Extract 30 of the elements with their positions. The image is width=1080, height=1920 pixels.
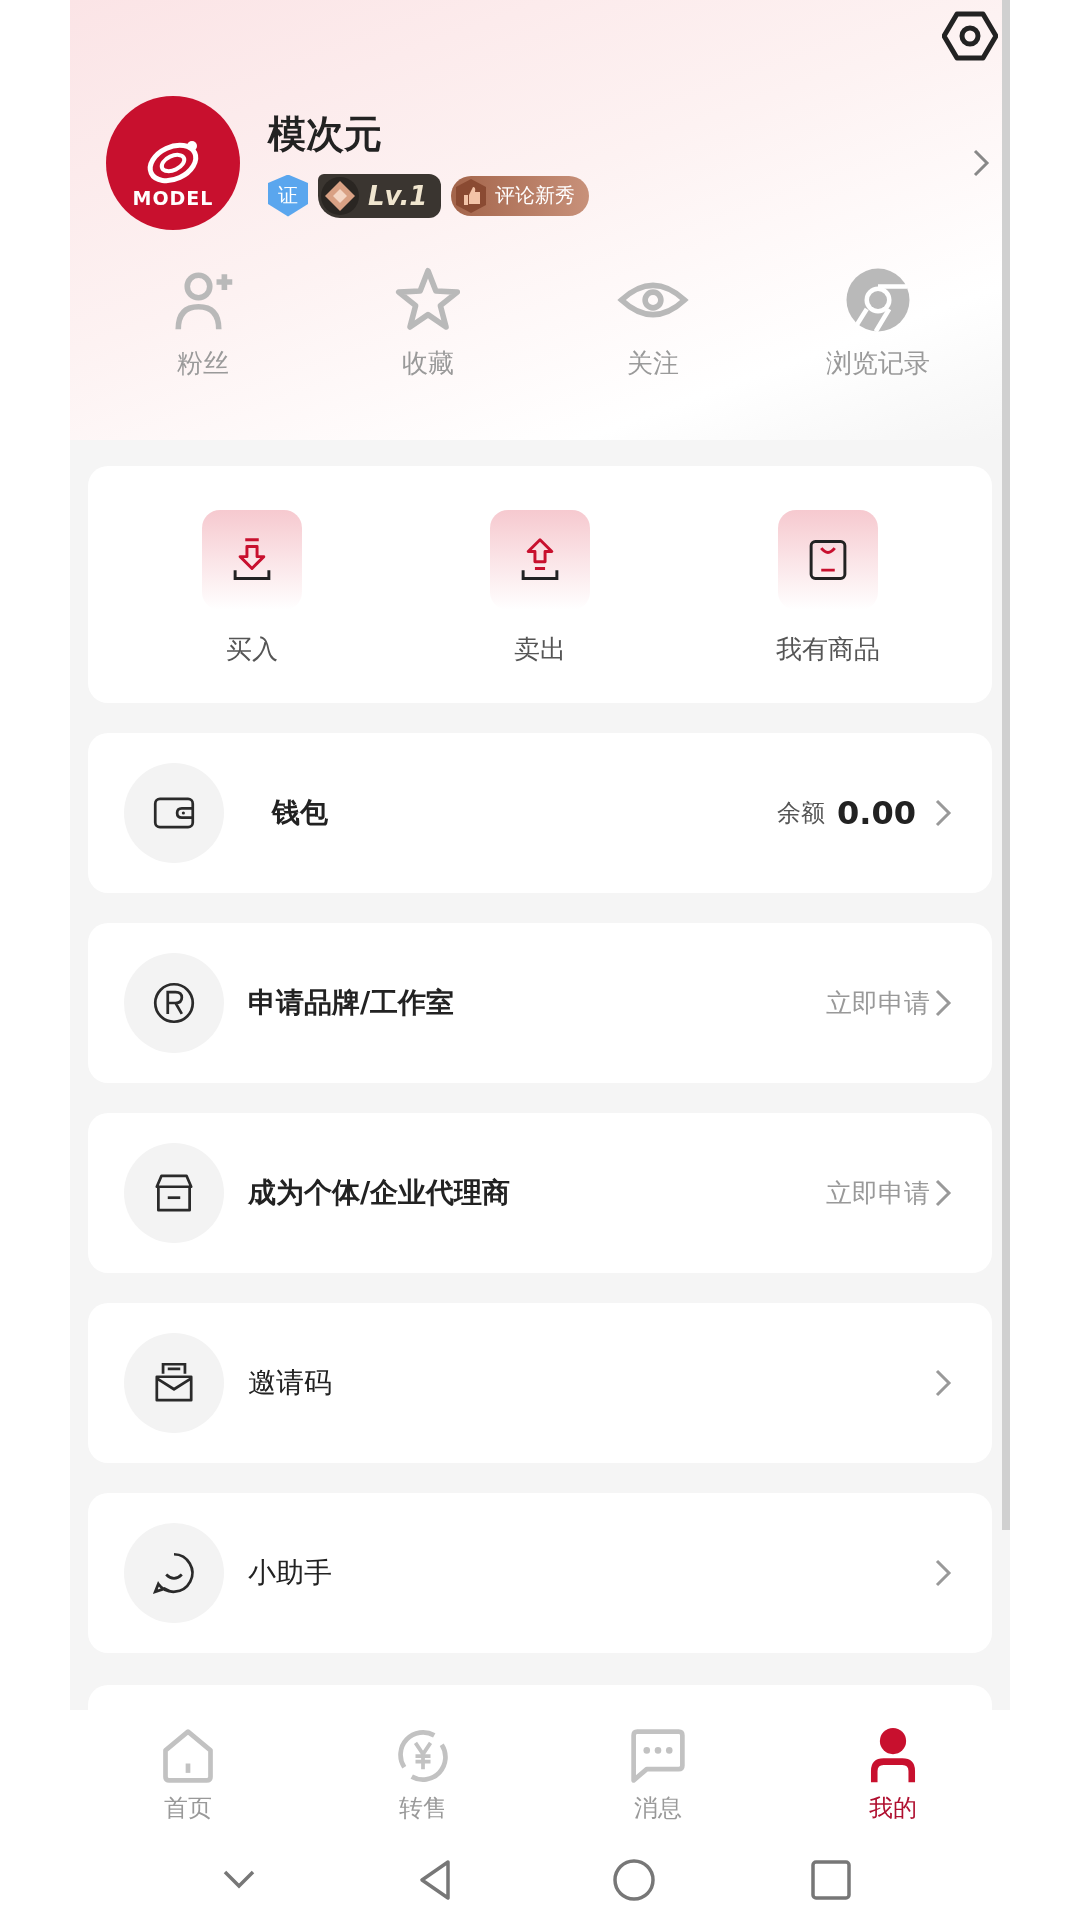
trade-action[interactable]: 我有商品 (728, 510, 928, 667)
title-badge: 评论新秀 (451, 175, 590, 216)
chevron-right-icon (934, 1368, 952, 1398)
balance-label: 余额 (777, 798, 826, 829)
balance-amount: 0.00 (837, 794, 916, 832)
chevron-right-icon (934, 798, 952, 828)
row-label: 钱包 (272, 795, 329, 831)
menu-row[interactable]: 邀请码 (88, 1303, 992, 1463)
trade-action[interactable]: 卖出 (440, 510, 640, 667)
home-button-icon[interactable] (611, 1858, 656, 1902)
avatar-text: MODEL (132, 188, 214, 208)
chevron-right-icon (972, 148, 990, 178)
menu-row[interactable]: 成为个体/企业代理商 立即申请 (88, 1113, 992, 1273)
verified-badge: 证 (268, 174, 308, 217)
tab-item[interactable]: 我的 (817, 1726, 968, 1824)
row-label: 邀请码 (248, 1365, 333, 1401)
avatar-logo[interactable]: MODEL (106, 96, 240, 230)
menu-row[interactable]: 小助手 (88, 1493, 992, 1653)
chevron-right-icon (934, 1178, 952, 1208)
row-label: 申请品牌/工作室 (248, 985, 456, 1021)
level-badge: Lv.1 (318, 173, 442, 218)
trade-action[interactable]: 买入 (152, 510, 352, 667)
chevron-right-icon (934, 988, 952, 1018)
user-name: 模次元 (268, 110, 383, 158)
row-label: 小助手 (248, 1555, 333, 1591)
chevron-right-icon (934, 1558, 952, 1588)
menu-row[interactable]: 申请品牌/工作室 立即申请 (88, 923, 992, 1083)
row-label: 成为个体/企业代理商 (248, 1175, 512, 1211)
menu-row[interactable]: 钱包 余额 0.00 (88, 733, 992, 893)
recents-icon[interactable] (809, 1858, 854, 1902)
